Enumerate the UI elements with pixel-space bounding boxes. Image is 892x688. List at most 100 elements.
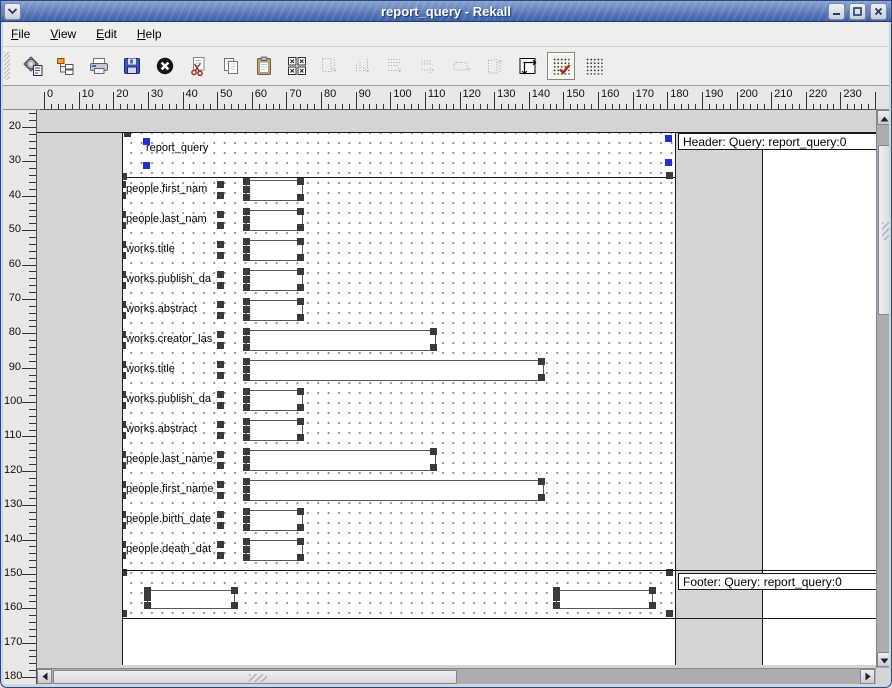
- selection-handle[interactable]: [122, 301, 126, 308]
- selection-handle[interactable]: [297, 208, 304, 215]
- selection-handle[interactable]: [243, 516, 250, 523]
- selection-handle[interactable]: [297, 224, 304, 231]
- selection-handle[interactable]: [297, 554, 304, 561]
- selection-handle[interactable]: [538, 494, 545, 501]
- selection-handle[interactable]: [297, 508, 304, 515]
- selection-handle[interactable]: [122, 211, 126, 218]
- selection-handle[interactable]: [297, 524, 304, 531]
- selection-handle[interactable]: [243, 246, 250, 253]
- selection-handle[interactable]: [217, 342, 224, 349]
- menu-edit[interactable]: Edit: [87, 24, 126, 44]
- selection-handle[interactable]: [243, 336, 250, 343]
- field-label[interactable]: people.first_name: [126, 483, 220, 498]
- selection-handle[interactable]: [553, 602, 560, 609]
- selection-handle[interactable]: [243, 238, 250, 245]
- menu-view[interactable]: View: [41, 24, 85, 44]
- shrink-section-icon[interactable]: [448, 52, 476, 80]
- selection-handle[interactable]: [122, 610, 127, 617]
- field-label[interactable]: people.birth_date: [126, 513, 220, 528]
- cut-icon[interactable]: [184, 52, 212, 80]
- selection-handle[interactable]: [243, 284, 250, 291]
- selection-handle[interactable]: [122, 511, 126, 518]
- field-box[interactable]: [246, 210, 303, 231]
- selection-handle[interactable]: [297, 268, 304, 275]
- selection-handle[interactable]: [297, 298, 304, 305]
- field-label[interactable]: works.abstract: [126, 423, 220, 438]
- selection-handle[interactable]: [243, 194, 250, 201]
- save-icon[interactable]: [118, 52, 146, 80]
- field-label[interactable]: works.creator_las: [126, 333, 220, 348]
- selection-handle[interactable]: [297, 434, 304, 441]
- selection-handle[interactable]: [217, 391, 224, 398]
- scroll-right-button[interactable]: [860, 669, 875, 684]
- selection-handle[interactable]: [122, 492, 126, 499]
- selection-handle[interactable]: [217, 181, 224, 188]
- selection-handle[interactable]: [217, 372, 224, 379]
- selection-handle[interactable]: [297, 284, 304, 291]
- selection-handle[interactable]: [217, 552, 224, 559]
- menu-help[interactable]: Help: [128, 24, 171, 44]
- selection-handle[interactable]: [243, 404, 250, 411]
- selection-handle[interactable]: [243, 426, 250, 433]
- checkbox-group-icon[interactable]: [283, 52, 311, 80]
- selection-handle[interactable]: [122, 173, 127, 180]
- selection-handle[interactable]: [243, 554, 250, 561]
- selection-handle[interactable]: [243, 298, 250, 305]
- selection-handle[interactable]: [231, 587, 238, 594]
- selection-handle[interactable]: [122, 361, 126, 368]
- selection-handle[interactable]: [649, 602, 656, 609]
- selection-handle[interactable]: [231, 602, 238, 609]
- selection-handle[interactable]: [243, 456, 250, 463]
- field-box[interactable]: [246, 360, 544, 381]
- selection-handle[interactable]: [297, 418, 304, 425]
- paste-icon[interactable]: [250, 52, 278, 80]
- selection-handle[interactable]: [217, 331, 224, 338]
- scroll-up-button[interactable]: [877, 110, 892, 125]
- field-box[interactable]: [246, 540, 303, 561]
- selection-handle[interactable]: [122, 522, 126, 529]
- selection-handle[interactable]: [243, 276, 250, 283]
- selection-handle[interactable]: [243, 178, 250, 185]
- selection-handle[interactable]: [430, 448, 437, 455]
- field-label[interactable]: works.abstract: [126, 303, 220, 318]
- report-wizard-icon[interactable]: [19, 52, 47, 80]
- field-label[interactable]: works.title: [126, 363, 220, 378]
- tree-view-icon[interactable]: [52, 52, 80, 80]
- selection-handle[interactable]: [538, 374, 545, 381]
- field-label[interactable]: works.title: [126, 243, 220, 258]
- header-section-label[interactable]: Header: Query: report_query:0: [678, 133, 876, 150]
- selection-handle[interactable]: [243, 254, 250, 261]
- selection-handle[interactable]: [217, 522, 224, 529]
- selection-handle[interactable]: [144, 594, 151, 601]
- copy-icon[interactable]: [217, 52, 245, 80]
- footer-field-box[interactable]: [556, 590, 653, 609]
- active-selection-handle[interactable]: [665, 135, 672, 142]
- footer-field-box[interactable]: [147, 590, 235, 609]
- maximize-button[interactable]: [849, 3, 866, 20]
- design-canvas[interactable]: report_query people.first_nampeople.last…: [37, 110, 876, 668]
- selection-handle[interactable]: [666, 172, 673, 179]
- selection-handle[interactable]: [297, 194, 304, 201]
- selection-handle[interactable]: [243, 538, 250, 545]
- selection-handle[interactable]: [144, 602, 151, 609]
- selection-handle[interactable]: [122, 241, 126, 248]
- field-box[interactable]: [246, 450, 436, 471]
- selection-handle[interactable]: [122, 192, 126, 199]
- field-box[interactable]: [246, 390, 303, 411]
- selection-handle[interactable]: [297, 178, 304, 185]
- field-box[interactable]: [246, 270, 303, 291]
- move-right-icon[interactable]: [415, 52, 443, 80]
- selection-handle[interactable]: [217, 421, 224, 428]
- selection-handle[interactable]: [297, 238, 304, 245]
- selection-handle[interactable]: [217, 481, 224, 488]
- selection-handle[interactable]: [538, 478, 545, 485]
- horizontal-scroll-thumb[interactable]: [53, 670, 457, 684]
- selection-handle[interactable]: [430, 328, 437, 335]
- selection-handle[interactable]: [243, 524, 250, 531]
- report-page[interactable]: report_query people.first_nampeople.last…: [122, 132, 676, 665]
- scroll-down-button[interactable]: [877, 652, 892, 667]
- selection-handle[interactable]: [649, 587, 656, 594]
- selection-handle[interactable]: [122, 331, 126, 338]
- minimize-button[interactable]: [828, 3, 845, 20]
- selection-handle[interactable]: [122, 342, 126, 349]
